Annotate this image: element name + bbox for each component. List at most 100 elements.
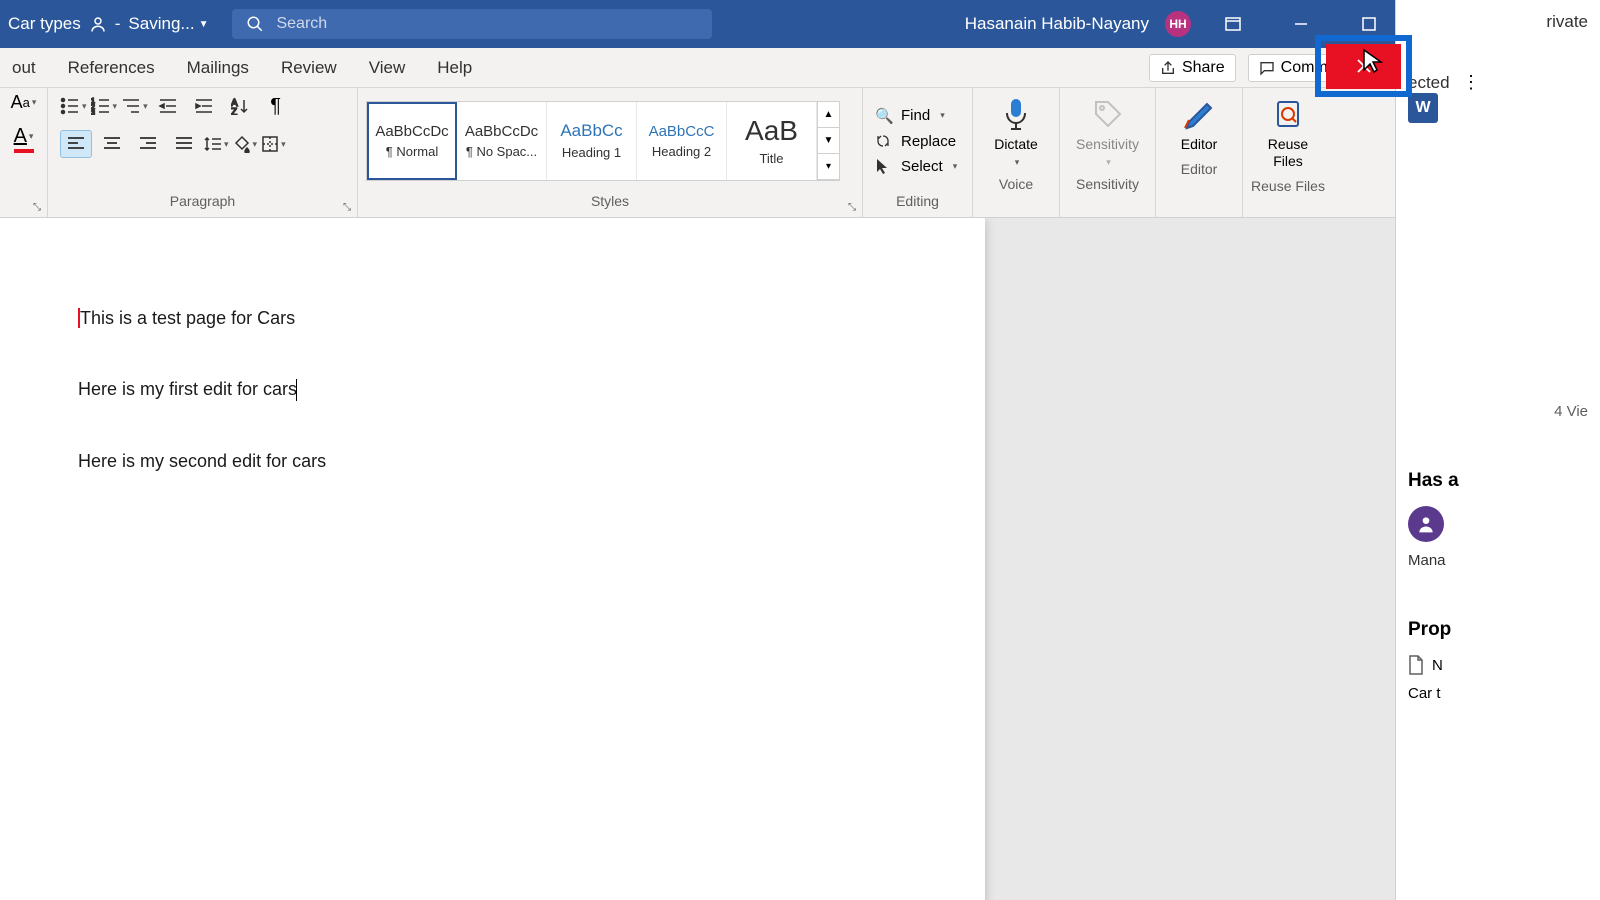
ribbon-display-button[interactable] <box>1207 0 1259 48</box>
tab-mailings[interactable]: Mailings <box>183 52 253 84</box>
editor-label: Editor <box>1164 157 1234 181</box>
ribbon-tabs: out References Mailings Review View Help… <box>0 48 1395 88</box>
align-right-button[interactable] <box>132 130 164 158</box>
align-center-button[interactable] <box>96 130 128 158</box>
increase-indent-button[interactable] <box>188 92 220 120</box>
ribbon: Aa▾ A▾ ⤡ ▾ 123▾ ▾ AZ ¶ <box>0 88 1395 218</box>
share-label: Share <box>1182 59 1225 77</box>
multilevel-list-button[interactable]: ▾ <box>121 97 148 115</box>
find-label: Find <box>901 107 930 124</box>
side-private-label: rivate <box>1546 12 1588 32</box>
car-row: Car t <box>1408 685 1588 702</box>
autosave-icon <box>89 15 107 33</box>
document-name: Car types <box>8 14 81 34</box>
show-hide-button[interactable]: ¶ <box>260 92 292 120</box>
access-avatar[interactable] <box>1408 506 1444 542</box>
editing-label: Editing <box>871 189 964 213</box>
dictate-button[interactable]: Dictate ▾ <box>981 92 1051 172</box>
tab-layout-partial[interactable]: out <box>8 52 40 84</box>
paragraph-2[interactable]: Here is my first edit for cars <box>78 379 907 401</box>
font-group-partial: Aa▾ A▾ ⤡ <box>0 88 48 217</box>
word-icon: W <box>1408 93 1438 123</box>
side-panel: rivate ected ⋮ W 4 Vie Has a Mana Prop N… <box>1395 0 1600 900</box>
reuse-files-button[interactable]: Reuse Files <box>1251 92 1325 174</box>
editor-button[interactable]: Editor <box>1164 92 1234 157</box>
properties-label: Prop <box>1408 619 1588 641</box>
decrease-indent-button[interactable] <box>152 92 184 120</box>
style-heading-2[interactable]: AaBbCcCHeading 2 <box>637 102 727 180</box>
replace-button[interactable]: Replace <box>871 131 961 152</box>
tab-review[interactable]: Review <box>277 52 341 84</box>
file-label: N <box>1432 657 1443 674</box>
voice-label: Voice <box>981 172 1051 196</box>
menu-icon[interactable]: ⋮ <box>1462 72 1480 92</box>
document-title-area: Car types - Saving... ▼ <box>8 14 208 34</box>
editor-icon <box>1181 96 1217 132</box>
voice-group: Dictate ▾ Voice <box>973 88 1060 217</box>
dictate-label: Dictate <box>994 136 1038 153</box>
chevron-down-icon[interactable]: ▼ <box>199 19 209 30</box>
paragraph-label: Paragraph <box>56 189 349 213</box>
paragraph-3[interactable]: Here is my second edit for cars <box>78 451 907 472</box>
user-avatar[interactable]: HH <box>1165 11 1191 37</box>
user-name[interactable]: Hasanain Habib-Nayany <box>965 14 1149 34</box>
share-button[interactable]: Share <box>1149 54 1236 82</box>
text-cursor <box>296 379 297 401</box>
saving-label: Saving... <box>128 14 194 34</box>
find-button[interactable]: 🔍Find▾ <box>871 105 961 127</box>
borders-button[interactable]: ▾ <box>261 135 286 153</box>
file-row: N <box>1408 655 1588 675</box>
paragraph-1[interactable]: This is a test page for Cars <box>78 308 907 329</box>
styles-gallery[interactable]: AaBbCcDc¶ Normal AaBbCcDc¶ No Spac... Aa… <box>366 101 840 181</box>
font-color-button[interactable]: A▾ <box>9 123 39 153</box>
views-count: 4 Vie <box>1408 403 1588 420</box>
svg-text:Z: Z <box>231 107 237 115</box>
car-label: Car t <box>1408 685 1441 702</box>
comment-icon <box>1259 60 1275 76</box>
align-left-button[interactable] <box>60 130 92 158</box>
page[interactable]: This is a test page for Cars Here is my … <box>0 218 985 900</box>
tag-icon <box>1090 96 1126 132</box>
sensitivity-group: Sensitivity ▾ Sensitivity <box>1060 88 1156 217</box>
has-access-label: Has a <box>1408 470 1588 492</box>
replace-icon <box>875 133 893 149</box>
tab-view[interactable]: View <box>365 52 410 84</box>
styles-down-button[interactable]: ▼ <box>818 128 839 154</box>
bullets-button[interactable]: ▾ <box>60 97 87 115</box>
reuse-files-icon <box>1270 96 1306 132</box>
editing-group: 🔍Find▾ Replace Select▾ Editing <box>863 88 973 217</box>
font-launcher-icon[interactable]: ⤡ <box>33 202 41 213</box>
microphone-icon <box>998 96 1034 132</box>
style-no-spacing[interactable]: AaBbCcDc¶ No Spac... <box>457 102 547 180</box>
styles-launcher-icon[interactable]: ⤡ <box>848 202 856 213</box>
shading-button[interactable]: ▾ <box>233 135 258 153</box>
sort-button[interactable]: AZ <box>224 92 256 120</box>
search-icon <box>246 15 264 33</box>
tab-references[interactable]: References <box>64 52 159 84</box>
document-area[interactable]: This is a test page for Cars Here is my … <box>0 218 1395 900</box>
manage-access-label[interactable]: Mana <box>1408 552 1588 569</box>
styles-more-button[interactable]: ▾ <box>818 154 839 180</box>
search-box[interactable] <box>232 9 712 39</box>
style-heading-1[interactable]: AaBbCcHeading 1 <box>547 102 637 180</box>
styles-up-button[interactable]: ▲ <box>818 102 839 128</box>
styles-group: AaBbCcDc¶ Normal AaBbCcDc¶ No Spac... Aa… <box>358 88 863 217</box>
replace-label: Replace <box>901 133 956 150</box>
sensitivity-button: Sensitivity ▾ <box>1068 92 1147 172</box>
find-icon: 🔍 <box>875 107 893 125</box>
justify-button[interactable] <box>168 130 200 158</box>
styles-label: Styles <box>366 189 854 213</box>
paragraph-launcher-icon[interactable]: ⤡ <box>343 202 351 213</box>
tab-help[interactable]: Help <box>433 52 476 84</box>
change-case-button[interactable]: Aa▾ <box>11 92 37 113</box>
select-icon <box>875 158 893 174</box>
mouse-cursor <box>1362 48 1386 72</box>
style-normal[interactable]: AaBbCcDc¶ Normal <box>367 102 457 180</box>
search-input[interactable] <box>276 15 698 33</box>
share-icon <box>1160 60 1176 76</box>
select-button[interactable]: Select▾ <box>871 156 961 177</box>
numbering-button[interactable]: 123▾ <box>91 97 118 115</box>
line-spacing-button[interactable]: ▾ <box>204 135 229 153</box>
reuse-files-group: Reuse Files Reuse Files <box>1243 88 1333 217</box>
style-title[interactable]: AaBTitle <box>727 102 817 180</box>
